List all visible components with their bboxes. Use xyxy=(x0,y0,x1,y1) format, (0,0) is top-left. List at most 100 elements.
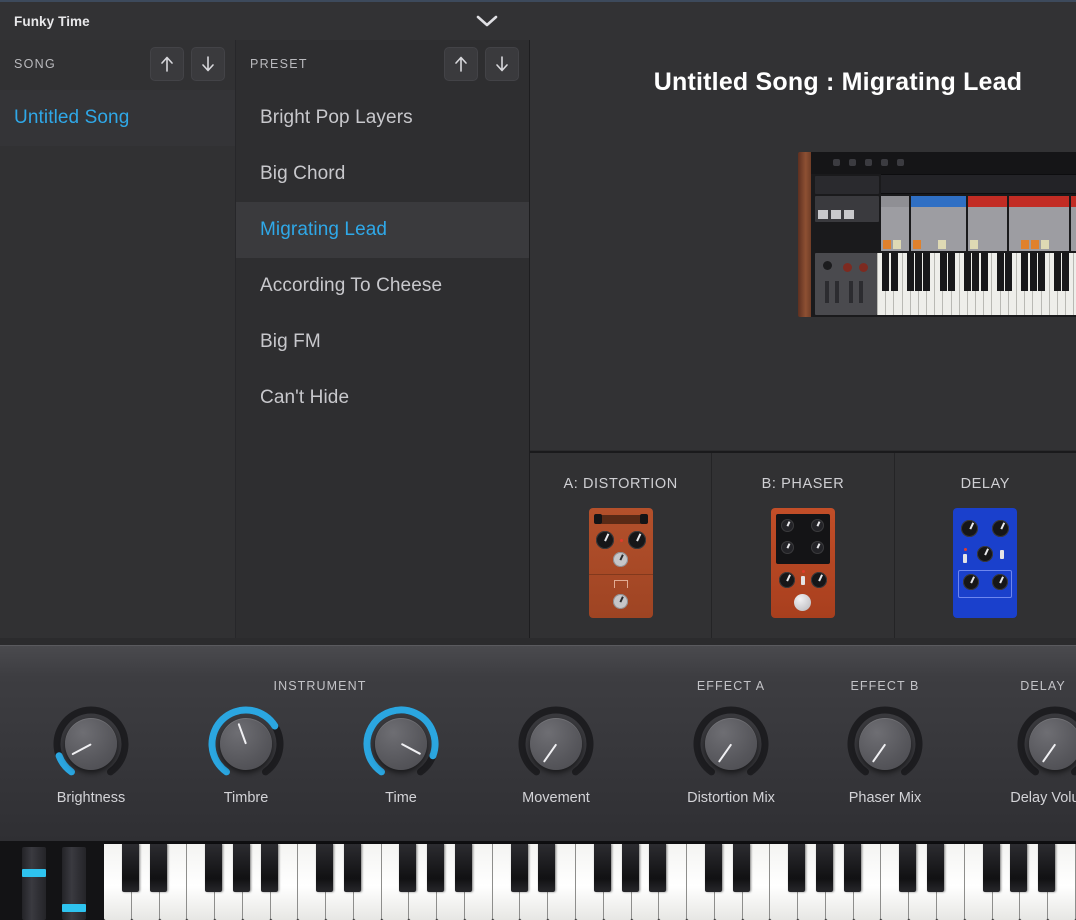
synth-black-key xyxy=(1005,253,1013,291)
synth-black-key xyxy=(1029,253,1037,291)
song-column-header: SONG xyxy=(0,40,235,88)
black-key[interactable] xyxy=(927,844,945,892)
song-item-label: Untitled Song xyxy=(14,107,130,128)
synth-performance-controls xyxy=(815,253,877,315)
synth-black-key xyxy=(996,253,1004,291)
preset-item-label: According To Cheese xyxy=(260,275,443,296)
synth-key-separator xyxy=(958,253,960,315)
knob-arc-timbre xyxy=(206,704,286,784)
black-key[interactable] xyxy=(510,844,528,892)
knob-time[interactable]: Time xyxy=(358,704,444,806)
synth-key-separator xyxy=(1016,253,1017,315)
preset-item-label: Bright Pop Layers xyxy=(260,107,413,128)
preset-item-1[interactable]: Big Chord xyxy=(236,146,529,202)
black-key[interactable] xyxy=(232,844,250,892)
black-key[interactable] xyxy=(816,844,834,892)
song-header-label: SONG xyxy=(14,57,57,71)
delay-pedal[interactable] xyxy=(953,508,1018,618)
synth-top-buttons xyxy=(833,159,904,166)
black-key[interactable] xyxy=(982,844,1000,892)
knob-label-movement: Movement xyxy=(522,790,590,806)
knob-distortion-mix[interactable]: Distortion Mix xyxy=(687,704,775,806)
effect-slot-delay[interactable]: DELAY xyxy=(895,453,1076,638)
synth-black-key xyxy=(906,253,914,291)
black-key[interactable] xyxy=(343,844,361,892)
modulation-wheel[interactable] xyxy=(62,847,86,920)
effect-slot-a[interactable]: A: DISTORTION xyxy=(530,453,713,638)
synth-key-separator xyxy=(877,253,878,315)
instrument-display: Untitled Song : Migrating Lead ⟨∿⟩ xyxy=(530,40,1076,450)
preset-item-0[interactable]: Bright Pop Layers xyxy=(236,90,529,146)
knob-phaser-mix[interactable]: Phaser Mix xyxy=(842,704,928,806)
synth-control-panel xyxy=(815,196,1076,251)
black-key[interactable] xyxy=(1010,844,1028,892)
section-label-effect-a: EFFECT A xyxy=(696,679,766,693)
black-key[interactable] xyxy=(149,844,167,892)
black-key[interactable] xyxy=(427,844,445,892)
knob-arc-delay-volume xyxy=(1015,704,1076,784)
section-label-delay: DELAY xyxy=(1020,679,1066,693)
synth-black-key xyxy=(915,253,923,291)
performance-wheels xyxy=(0,841,104,920)
knob-delay-volume[interactable]: Delay Volume xyxy=(1010,704,1076,806)
black-key[interactable] xyxy=(205,844,223,892)
knob-timbre[interactable]: Timbre xyxy=(203,704,289,806)
knob-arc-phaser-mix xyxy=(845,704,925,784)
synth-black-key xyxy=(1054,253,1062,291)
app-title: Funky Time xyxy=(14,13,90,29)
black-key[interactable] xyxy=(260,844,278,892)
pitch-bend-wheel[interactable] xyxy=(22,847,46,920)
knob-label-brightness: Brightness xyxy=(56,790,126,806)
preset-item-2[interactable]: Migrating Lead xyxy=(236,202,529,258)
synth-black-key xyxy=(972,253,980,291)
black-key[interactable] xyxy=(649,844,667,892)
song-item-0[interactable]: Untitled Song xyxy=(0,90,235,146)
preset-item-3[interactable]: According To Cheese xyxy=(236,258,529,314)
black-key[interactable] xyxy=(621,844,639,892)
black-key[interactable] xyxy=(843,844,861,892)
black-key[interactable] xyxy=(704,844,722,892)
chevron-down-icon[interactable] xyxy=(474,8,500,34)
synth-black-key xyxy=(1021,253,1029,291)
song-next-button[interactable] xyxy=(191,47,225,81)
preset-item-5[interactable]: Can't Hide xyxy=(236,370,529,426)
preset-nav-buttons xyxy=(444,47,519,81)
black-key[interactable] xyxy=(399,844,417,892)
preset-column-header: PRESET xyxy=(236,40,529,88)
distortion-pedal[interactable] xyxy=(588,508,653,618)
knob-arc-brightness xyxy=(51,704,131,784)
phaser-pedal[interactable] xyxy=(770,508,835,618)
black-key[interactable] xyxy=(732,844,750,892)
black-key[interactable] xyxy=(121,844,139,892)
effect-a-label: A: DISTORTION xyxy=(563,476,678,492)
black-key[interactable] xyxy=(1038,844,1056,892)
preset-item-4[interactable]: Big FM xyxy=(236,314,529,370)
synth-black-key xyxy=(923,253,931,291)
effect-b-label: B: PHASER xyxy=(761,476,845,492)
synth-keys xyxy=(877,253,1076,315)
knob-label-distortion-mix: Distortion Mix xyxy=(687,790,775,806)
preset-list: Bright Pop Layers Big Chord Migrating Lead… xyxy=(236,88,529,426)
section-label-effect-b: EFFECT B xyxy=(850,679,920,693)
synth-left-display xyxy=(815,176,879,194)
preset-next-button[interactable] xyxy=(485,47,519,81)
preset-item-label: Big Chord xyxy=(260,163,346,184)
knob-movement[interactable]: Movement xyxy=(513,704,599,806)
black-key[interactable] xyxy=(593,844,611,892)
knob-label-timbre: Timbre xyxy=(223,790,269,806)
black-key[interactable] xyxy=(538,844,556,892)
synth-key-separator xyxy=(991,253,993,315)
song-prev-button[interactable] xyxy=(150,47,184,81)
black-key[interactable] xyxy=(788,844,806,892)
effect-slot-b[interactable]: B: PHASER xyxy=(712,453,895,638)
synth-black-key xyxy=(947,253,955,291)
preset-prev-button[interactable] xyxy=(444,47,478,81)
delay-label: DELAY xyxy=(960,476,1011,492)
synth-black-key xyxy=(939,253,947,291)
effects-row: A: DISTORTION B: PHASER DELAY xyxy=(530,451,1076,638)
black-key[interactable] xyxy=(455,844,473,892)
synth-section-lfo xyxy=(968,196,1007,251)
black-key[interactable] xyxy=(316,844,334,892)
knob-brightness[interactable]: Brightness xyxy=(48,704,134,806)
black-key[interactable] xyxy=(899,844,917,892)
